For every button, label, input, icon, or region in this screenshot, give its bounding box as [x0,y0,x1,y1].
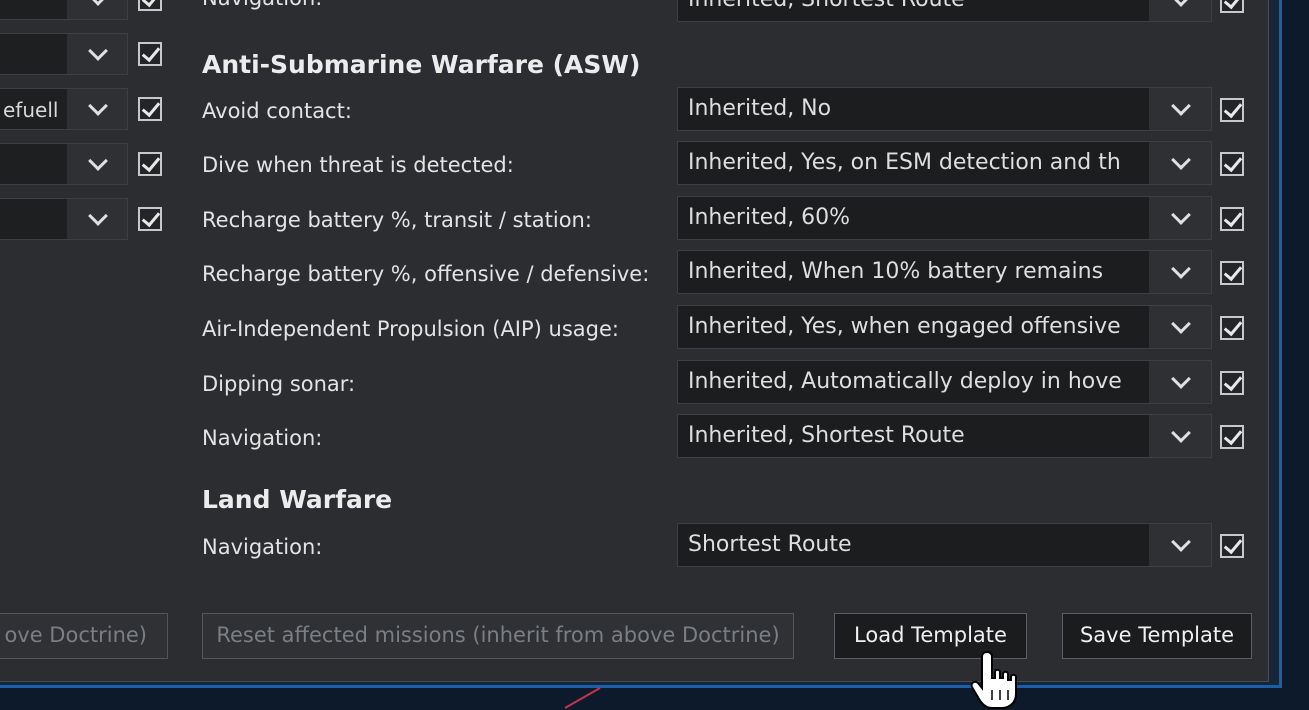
setting-value: Inherited, Automatically deploy in hove [688,369,1122,394]
setting-row: Navigation: Shortest Route [0,523,1260,573]
chevron-down-icon [1171,423,1191,443]
chevron-down-icon [1171,532,1191,552]
check-icon [1223,207,1243,228]
setting-label: Dive when threat is detected: [202,153,514,177]
chevron-down-icon [1171,150,1191,170]
inherit-checkbox[interactable] [1220,425,1244,449]
setting-select[interactable]: Inherited, Shortest Route [677,414,1212,458]
setting-row: Dive when threat is detected: Inherited,… [0,141,1260,191]
setting-value: Inherited, Shortest Route [688,423,965,448]
inherit-checkbox[interactable] [1220,261,1244,285]
setting-select[interactable]: Inherited, No [677,87,1212,131]
setting-row: Navigation: Inherited, Shortest Route [0,414,1260,464]
setting-select[interactable]: Inherited, Yes, on ESM detection and th [677,141,1212,185]
setting-select[interactable]: Inherited, Yes, when engaged offensive [677,305,1212,349]
setting-label: Recharge battery %, transit / station: [202,208,592,232]
check-icon [1223,152,1243,173]
setting-label: Navigation: [202,535,323,559]
inherit-checkbox[interactable] [1220,371,1244,395]
map-line [564,687,601,709]
setting-select[interactable]: Shortest Route [677,523,1212,567]
chevron-down-icon [1171,205,1191,225]
setting-select[interactable]: Inherited, When 10% battery remains [677,250,1212,294]
setting-label: Recharge battery %, offensive / defensiv… [202,262,650,286]
setting-row: Recharge battery %, transit / station: I… [0,196,1260,246]
setting-label: Dipping sonar: [202,372,356,396]
dropdown-button[interactable] [1149,197,1211,239]
dropdown-button[interactable] [1149,306,1211,348]
dropdown-button[interactable] [1149,361,1211,403]
chevron-down-icon [1171,314,1191,334]
setting-value: Inherited, No [688,96,832,121]
setting-row: Recharge battery %, offensive / defensiv… [0,250,1260,300]
setting-label: Avoid contact: [202,99,352,123]
setting-label: Navigation: [202,426,323,450]
inherit-checkbox[interactable] [1220,207,1244,231]
setting-value: Inherited, Yes, on ESM detection and th [688,150,1121,175]
dropdown-button[interactable] [1149,415,1211,457]
inherit-checkbox[interactable] [1220,0,1244,13]
section-title-asw: Anti-Submarine Warfare (ASW) [202,50,641,79]
inherit-checkbox[interactable] [1220,316,1244,340]
chevron-down-icon [1171,259,1191,279]
setting-row: Dipping sonar: Inherited, Automatically … [0,360,1260,410]
setting-row-navigation: Navigation: Inherited, Shortest Route [0,0,1260,50]
setting-row: Avoid contact: Inherited, No [0,87,1260,137]
dropdown-button[interactable] [1149,251,1211,293]
check-icon [1223,425,1243,446]
check-icon [1223,0,1243,10]
inherit-checkbox[interactable] [1220,152,1244,176]
check-icon [1223,316,1243,337]
check-icon [1223,98,1243,119]
setting-value: Inherited, Yes, when engaged offensive [688,314,1121,339]
dropdown-button[interactable] [1149,88,1211,130]
reset-doctrine-button[interactable]: ove Doctrine) [0,613,168,659]
reset-missions-button[interactable]: Reset affected missions (inherit from ab… [202,613,794,659]
chevron-down-icon [1171,96,1191,116]
inherit-checkbox[interactable] [1220,534,1244,558]
setting-row: Air-Independent Propulsion (AIP) usage: … [0,305,1260,355]
check-icon [1223,371,1243,392]
setting-value: Inherited, Shortest Route [688,0,1143,12]
setting-select[interactable]: Inherited, 60% [677,196,1212,240]
section-title-land-warfare: Land Warfare [202,485,393,514]
hand-cursor-icon [970,650,1017,709]
inherit-checkbox[interactable] [1220,98,1244,122]
setting-value: Inherited, 60% [688,205,851,230]
dropdown-button[interactable] [1149,524,1211,566]
chevron-down-icon [1171,369,1191,389]
check-icon [1223,534,1243,555]
setting-select[interactable]: Inherited, Automatically deploy in hove [677,360,1212,404]
setting-label: Air-Independent Propulsion (AIP) usage: [202,317,619,341]
setting-select[interactable]: Inherited, Shortest Route [677,0,1212,22]
save-template-button[interactable]: Save Template [1062,613,1252,659]
dropdown-button[interactable] [1149,142,1211,184]
setting-value: Shortest Route [688,532,852,557]
setting-label: Navigation: [202,0,322,10]
chevron-down-icon [1171,0,1191,7]
check-icon [1223,261,1243,282]
dropdown-button[interactable] [1149,0,1211,21]
setting-value: Inherited, When 10% battery remains [688,259,1104,284]
